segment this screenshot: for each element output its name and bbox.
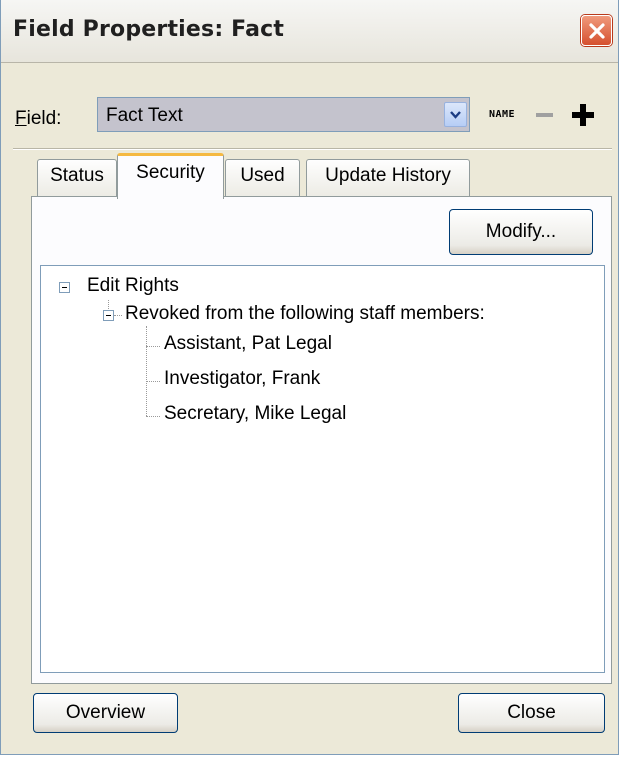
window-title: Field Properties: Fact: [13, 17, 285, 42]
tree-connector: [146, 381, 160, 382]
tree-connector: [146, 346, 160, 347]
field-label: Field:: [15, 108, 61, 130]
close-icon: [588, 22, 605, 39]
chevron-down-icon: [450, 110, 461, 119]
field-dropdown-button[interactable]: [444, 102, 467, 127]
overview-button-label: Overview: [65, 702, 146, 723]
add-icon[interactable]: [572, 104, 594, 126]
separator: [13, 148, 612, 150]
tab-status[interactable]: Status: [37, 159, 117, 197]
collapse-toggle-edit-rights[interactable]: [59, 282, 70, 293]
tab-status-label: Status: [50, 165, 104, 186]
close-button[interactable]: Close: [458, 693, 605, 733]
tab-used[interactable]: Used: [225, 159, 300, 197]
collapse-toggle-revoked[interactable]: [103, 310, 114, 321]
tree-connector: [146, 416, 160, 417]
tree-connector: [108, 300, 109, 309]
field-properties-dialog: Field Properties: Fact Field: Fact Text …: [0, 0, 619, 755]
window-close-button[interactable]: [581, 15, 612, 46]
tree-connector: [114, 315, 122, 316]
tab-update-history-label: Update History: [325, 165, 451, 186]
field-select-value: Fact Text: [106, 105, 183, 126]
tree-node-edit-rights[interactable]: Edit Rights: [87, 275, 179, 297]
field-label-text: ield:: [26, 108, 62, 129]
tree-node-revoked[interactable]: Revoked from the following staff members…: [125, 303, 485, 325]
tree-node-member[interactable]: Assistant, Pat Legal: [164, 333, 332, 355]
remove-icon[interactable]: [536, 113, 553, 117]
tab-security[interactable]: Security: [117, 153, 224, 199]
tab-security-label: Security: [136, 162, 205, 183]
tree-node-member[interactable]: Secretary, Mike Legal: [164, 403, 346, 425]
field-select[interactable]: Fact Text: [97, 97, 470, 132]
close-button-label: Close: [507, 702, 556, 723]
modify-button[interactable]: Modify...: [449, 209, 593, 255]
modify-button-label: Modify...: [485, 221, 557, 242]
security-tree[interactable]: Edit Rights Revoked from the following s…: [40, 265, 605, 673]
tab-update-history[interactable]: Update History: [306, 159, 470, 197]
overview-button[interactable]: Overview: [33, 693, 178, 733]
name-tag: NAME: [489, 109, 516, 120]
tree-connector: [146, 326, 147, 416]
title-bar[interactable]: Field Properties: Fact: [1, 0, 618, 63]
field-label-accesskey: F: [15, 108, 27, 129]
tab-used-label: Used: [240, 165, 285, 186]
tree-node-member[interactable]: Investigator, Frank: [164, 368, 320, 390]
